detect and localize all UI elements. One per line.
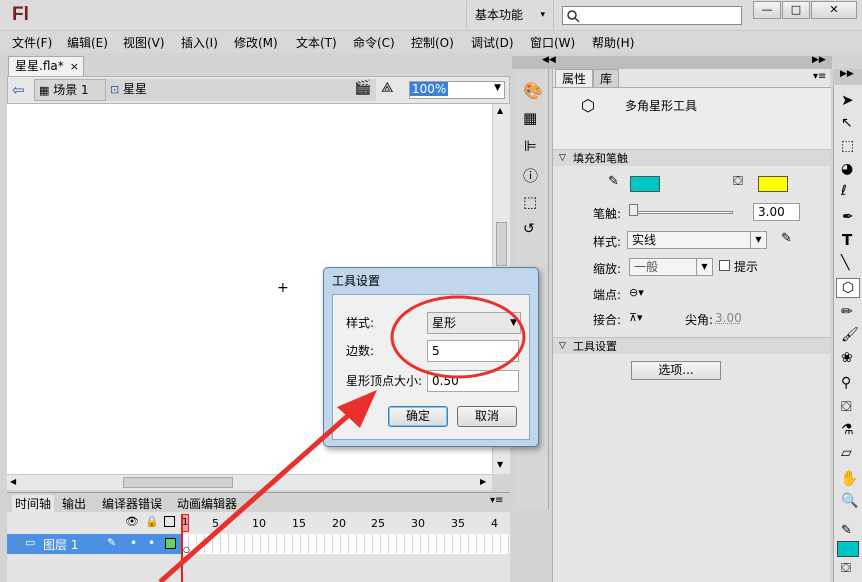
annotation-overlay <box>158 295 526 582</box>
annotation-arrow-shaft <box>158 403 362 582</box>
highlight-ellipse <box>390 295 526 379</box>
